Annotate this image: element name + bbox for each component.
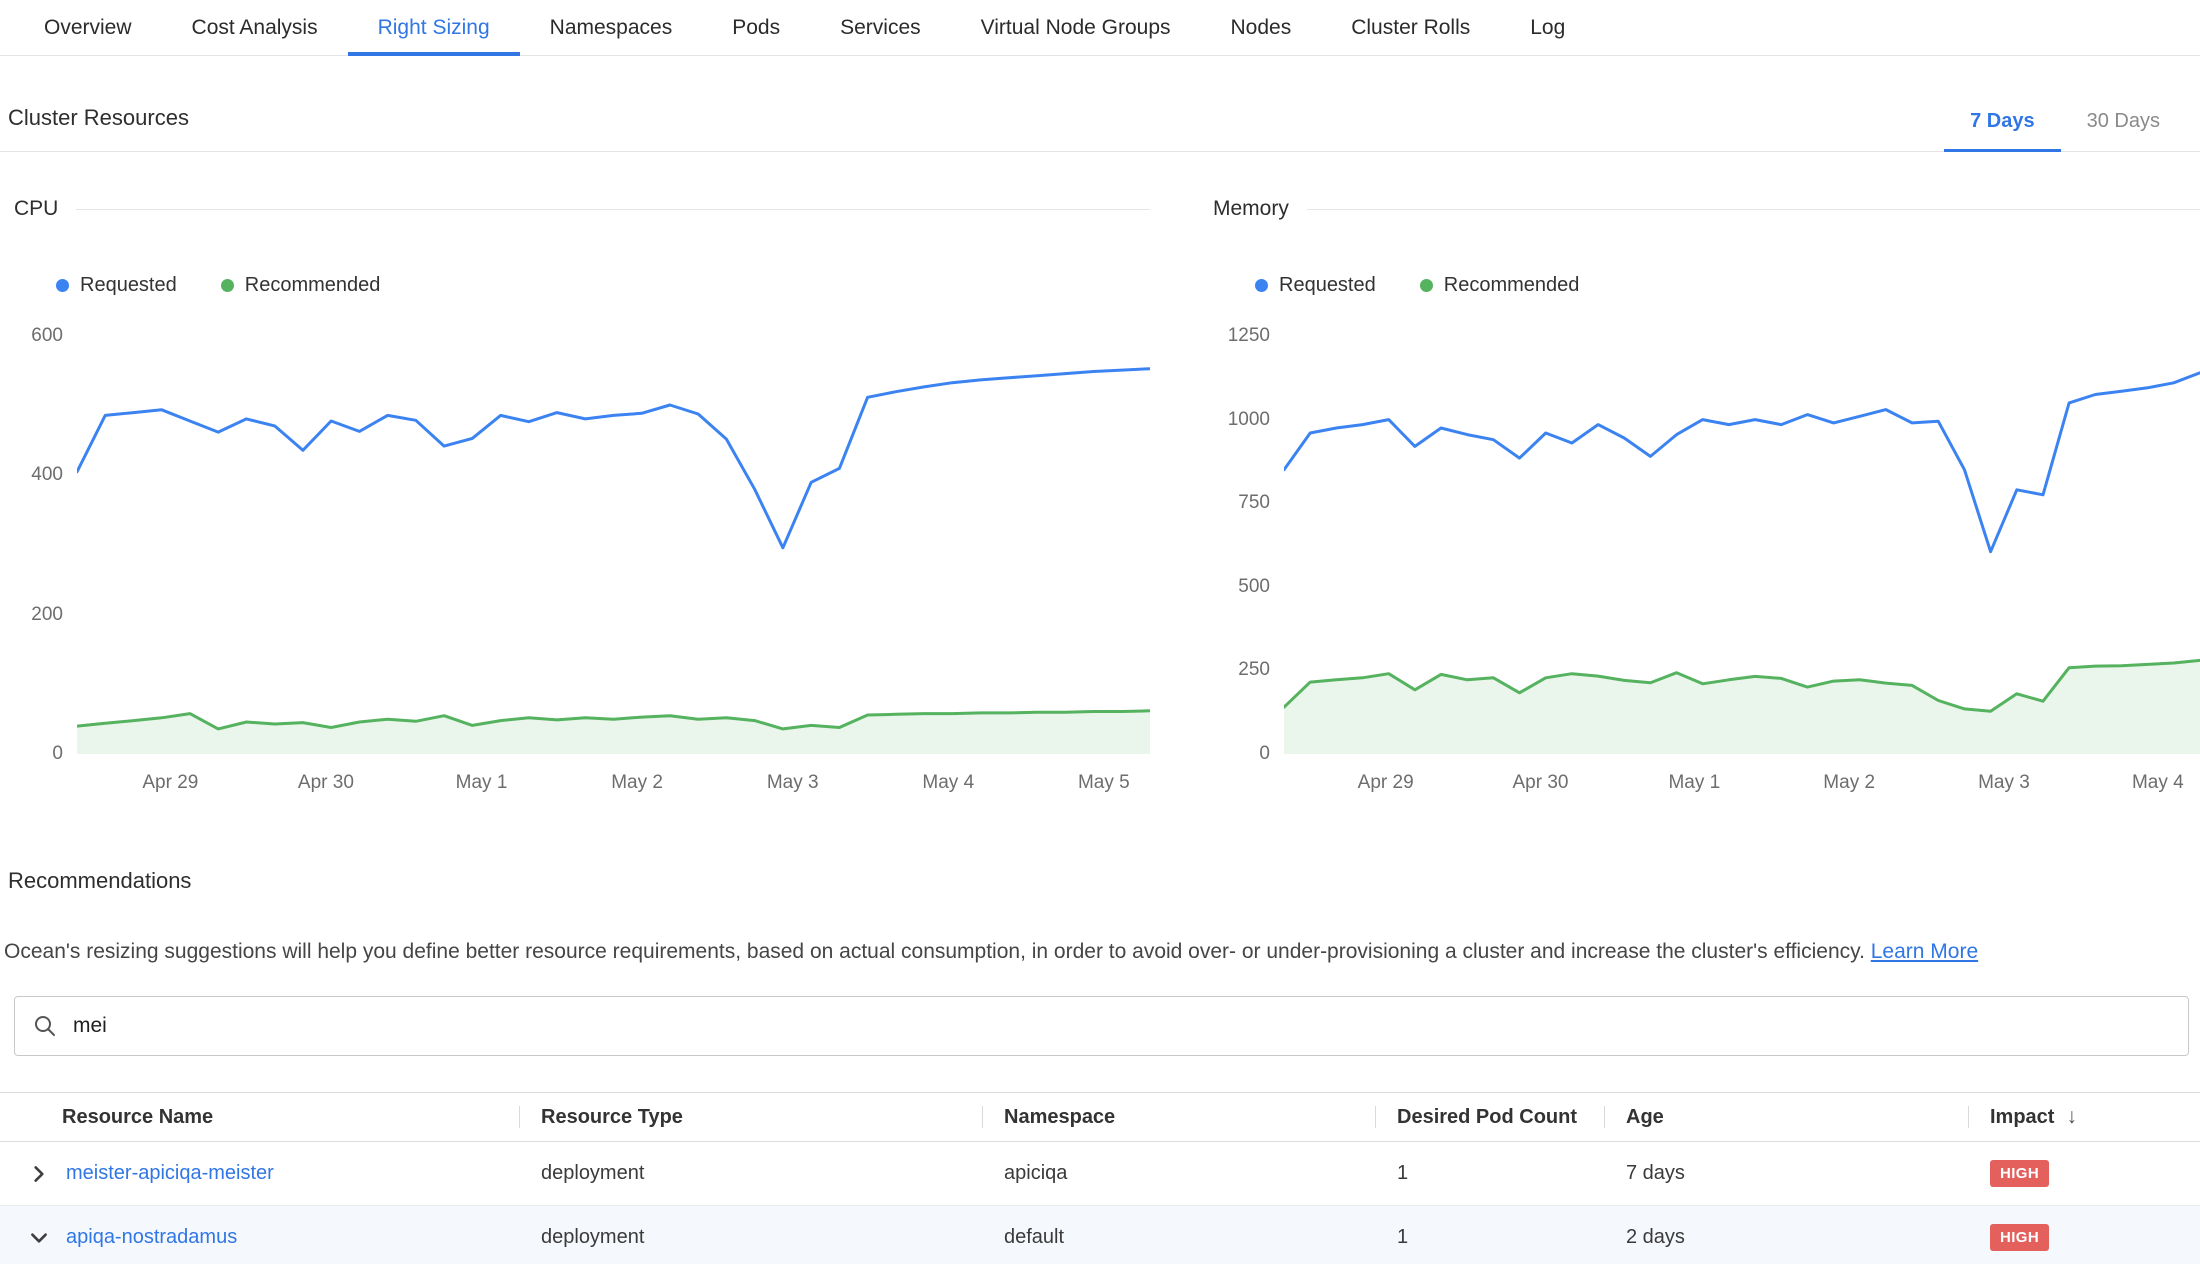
table-header-row: Resource Name Resource Type Namespace De… [0,1092,2200,1142]
x-axis-tick-label: Apr 29 [1358,772,1414,794]
age-cell: 7 days [1604,1162,1968,1185]
legend-item-recommended[interactable]: Recommended [221,274,381,296]
legend-label: Recommended [245,274,381,297]
y-axis-tick-label: 1000 [1228,409,1270,431]
time-range-toggle: 7 Days 30 Days [1944,110,2186,151]
desired-pod-count-cell: 1 [1375,1162,1604,1185]
divider [1307,209,2200,210]
tab-virtual-node-groups[interactable]: Virtual Node Groups [951,0,1201,55]
x-axis-tick-label: May 1 [1668,772,1720,794]
x-axis-tick-label: May 1 [456,772,508,794]
legend-label: Recommended [1444,274,1580,297]
chevron-down-icon[interactable] [28,1227,50,1249]
learn-more-link[interactable]: Learn More [1871,940,1978,963]
cluster-resources-title: Cluster Resources [8,105,189,151]
namespace-cell: apiciqa [982,1162,1375,1185]
time-range-30-days[interactable]: 30 Days [2061,110,2186,151]
resource-name-link[interactable]: meister-apiciqa-meister [66,1162,274,1185]
memory-x-axis: Apr 29 Apr 30 May 1 May 2 May 3 May 4 [1284,764,2200,804]
resource-name-link[interactable]: apiqa-nostradamus [66,1226,237,1249]
x-axis-tick-label: Apr 29 [142,772,198,794]
desired-pod-count-cell: 1 [1375,1226,1604,1249]
y-axis-tick-label: 200 [31,604,63,626]
x-axis-tick-label: May 5 [1078,772,1130,794]
top-tab-bar: Overview Cost Analysis Right Sizing Name… [0,0,2200,56]
cluster-resources-header: Cluster Resources 7 Days 30 Days [0,90,2200,152]
impact-badge-high: HIGH [1990,1224,2049,1251]
tab-cost-analysis[interactable]: Cost Analysis [162,0,348,55]
cpu-chart: CPU Requested Recommended 0 200 400 600 Apr … [14,196,1150,804]
x-axis-tick-label: May 4 [922,772,974,794]
memory-chart: Memory Requested Recommended 0 250 500 750 10… [1213,196,2200,804]
table-row[interactable]: apiqa-nostradamus deployment default 1 2… [0,1206,2200,1264]
x-axis-tick-label: May 2 [1823,772,1875,794]
legend-item-requested[interactable]: Requested [56,274,177,296]
y-axis-tick-label: 750 [1238,492,1270,514]
y-axis-tick-label: 0 [52,743,63,765]
memory-y-axis: 025050075010001250 [1213,336,1284,754]
column-header-impact[interactable]: Impact ↓ [1968,1093,2200,1141]
y-axis-tick-label: 0 [1259,743,1270,765]
legend-item-recommended[interactable]: Recommended [1420,274,1580,296]
recommendations-title: Recommendations [8,868,2200,894]
tab-services[interactable]: Services [810,0,951,55]
legend-label: Requested [80,274,177,297]
cpu-y-axis: 0200400600 [14,336,77,754]
legend-dot [221,279,234,292]
tab-overview[interactable]: Overview [14,0,162,55]
y-axis-tick-label: 500 [1238,576,1270,598]
tab-namespaces[interactable]: Namespaces [520,0,703,55]
y-axis-tick-label: 600 [31,325,63,347]
legend-dot [1255,279,1268,292]
x-axis-tick-label: May 3 [767,772,819,794]
y-axis-tick-label: 250 [1238,659,1270,681]
namespace-cell: default [982,1226,1375,1249]
search-box[interactable] [14,996,2189,1056]
recommendations-description: Ocean's resizing suggestions will help y… [4,938,2186,966]
age-cell: 2 days [1604,1226,1968,1249]
x-axis-tick-label: May 2 [611,772,663,794]
cpu-chart-title: CPU [14,197,58,221]
recommendations-table: Resource Name Resource Type Namespace De… [0,1092,2200,1264]
cpu-chart-plot [77,336,1150,754]
resource-type-cell: deployment [519,1162,982,1185]
y-axis-tick-label: 400 [31,464,63,486]
impact-badge-high: HIGH [1990,1160,2049,1187]
cpu-x-axis: Apr 29 Apr 30 May 1 May 2 May 3 May 4 May 5 [77,764,1150,804]
impact-header-label: Impact [1990,1106,2054,1129]
memory-chart-plot [1284,336,2200,754]
x-axis-tick-label: Apr 30 [298,772,354,794]
legend-item-requested[interactable]: Requested [1255,274,1376,296]
tab-cluster-rolls[interactable]: Cluster Rolls [1321,0,1500,55]
tab-log[interactable]: Log [1500,0,1595,55]
divider [76,209,1150,210]
table-row[interactable]: meister-apiciqa-meister deployment apici… [0,1142,2200,1206]
memory-chart-legend: Requested Recommended [1255,274,2200,296]
cpu-chart-legend: Requested Recommended [56,274,1150,296]
resource-type-cell: deployment [519,1226,982,1249]
tab-pods[interactable]: Pods [702,0,810,55]
recommendations-description-text: Ocean's resizing suggestions will help y… [4,940,1865,963]
x-axis-tick-label: May 4 [2132,772,2184,794]
y-axis-tick-label: 1250 [1228,325,1270,347]
tab-nodes[interactable]: Nodes [1201,0,1322,55]
legend-dot [56,279,69,292]
x-axis-tick-label: May 3 [1978,772,2030,794]
search-icon [33,1014,57,1038]
column-header-age: Age [1604,1093,1968,1141]
legend-label: Requested [1279,274,1376,297]
chevron-right-icon[interactable] [28,1163,50,1185]
column-header-desired-pod-count: Desired Pod Count [1375,1093,1604,1141]
search-input[interactable] [73,1014,2170,1038]
column-header-namespace: Namespace [982,1093,1375,1141]
charts-section: CPU Requested Recommended 0 200 400 600 Apr … [0,196,2200,804]
time-range-7-days[interactable]: 7 Days [1944,110,2061,151]
column-header-resource-name: Resource Name [0,1093,519,1141]
column-header-resource-type: Resource Type [519,1093,982,1141]
memory-chart-title: Memory [1213,197,1289,221]
legend-dot [1420,279,1433,292]
x-axis-tick-label: Apr 30 [1512,772,1568,794]
tab-right-sizing[interactable]: Right Sizing [348,0,520,55]
sort-descending-icon[interactable]: ↓ [2066,1105,2077,1129]
